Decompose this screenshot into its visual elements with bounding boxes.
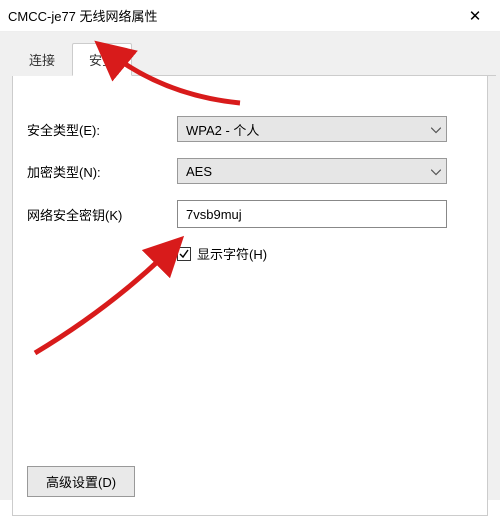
advanced-settings-button[interactable]: 高级设置(D): [27, 466, 135, 497]
check-icon: [178, 248, 190, 260]
label-security-key: 网络安全密钥(K): [27, 205, 177, 224]
select-encryption-type-value: AES: [186, 164, 212, 179]
window-title: CMCC-je77 无线网络属性: [8, 6, 158, 25]
select-security-type-value: WPA2 - 个人: [186, 120, 259, 139]
row-show-characters: 显示字符(H): [177, 244, 473, 263]
tab-panel-security: 安全类型(E): WPA2 - 个人 加密类型(N): AES: [12, 76, 488, 516]
tab-security[interactable]: 安全: [72, 43, 132, 76]
close-icon[interactable]: ✕: [460, 7, 490, 25]
tab-bar: 连接 安全: [12, 42, 496, 76]
label-show-characters[interactable]: 显示字符(H): [197, 244, 267, 263]
row-security-type: 安全类型(E): WPA2 - 个人: [27, 116, 473, 142]
titlebar: CMCC-je77 无线网络属性 ✕: [0, 0, 500, 32]
checkbox-show-characters[interactable]: [177, 247, 191, 261]
row-encryption-type: 加密类型(N): AES: [27, 158, 473, 184]
select-security-type[interactable]: WPA2 - 个人: [177, 116, 447, 142]
select-encryption-type[interactable]: AES: [177, 158, 447, 184]
label-encryption-type: 加密类型(N):: [27, 162, 177, 181]
content-area: 连接 安全 安全类型(E): WPA2 - 个人 加密类型(N): AES: [0, 32, 500, 500]
row-security-key: 网络安全密钥(K): [27, 200, 473, 228]
label-security-type: 安全类型(E):: [27, 120, 177, 139]
tab-connect[interactable]: 连接: [12, 43, 72, 76]
security-key-input[interactable]: [177, 200, 447, 228]
